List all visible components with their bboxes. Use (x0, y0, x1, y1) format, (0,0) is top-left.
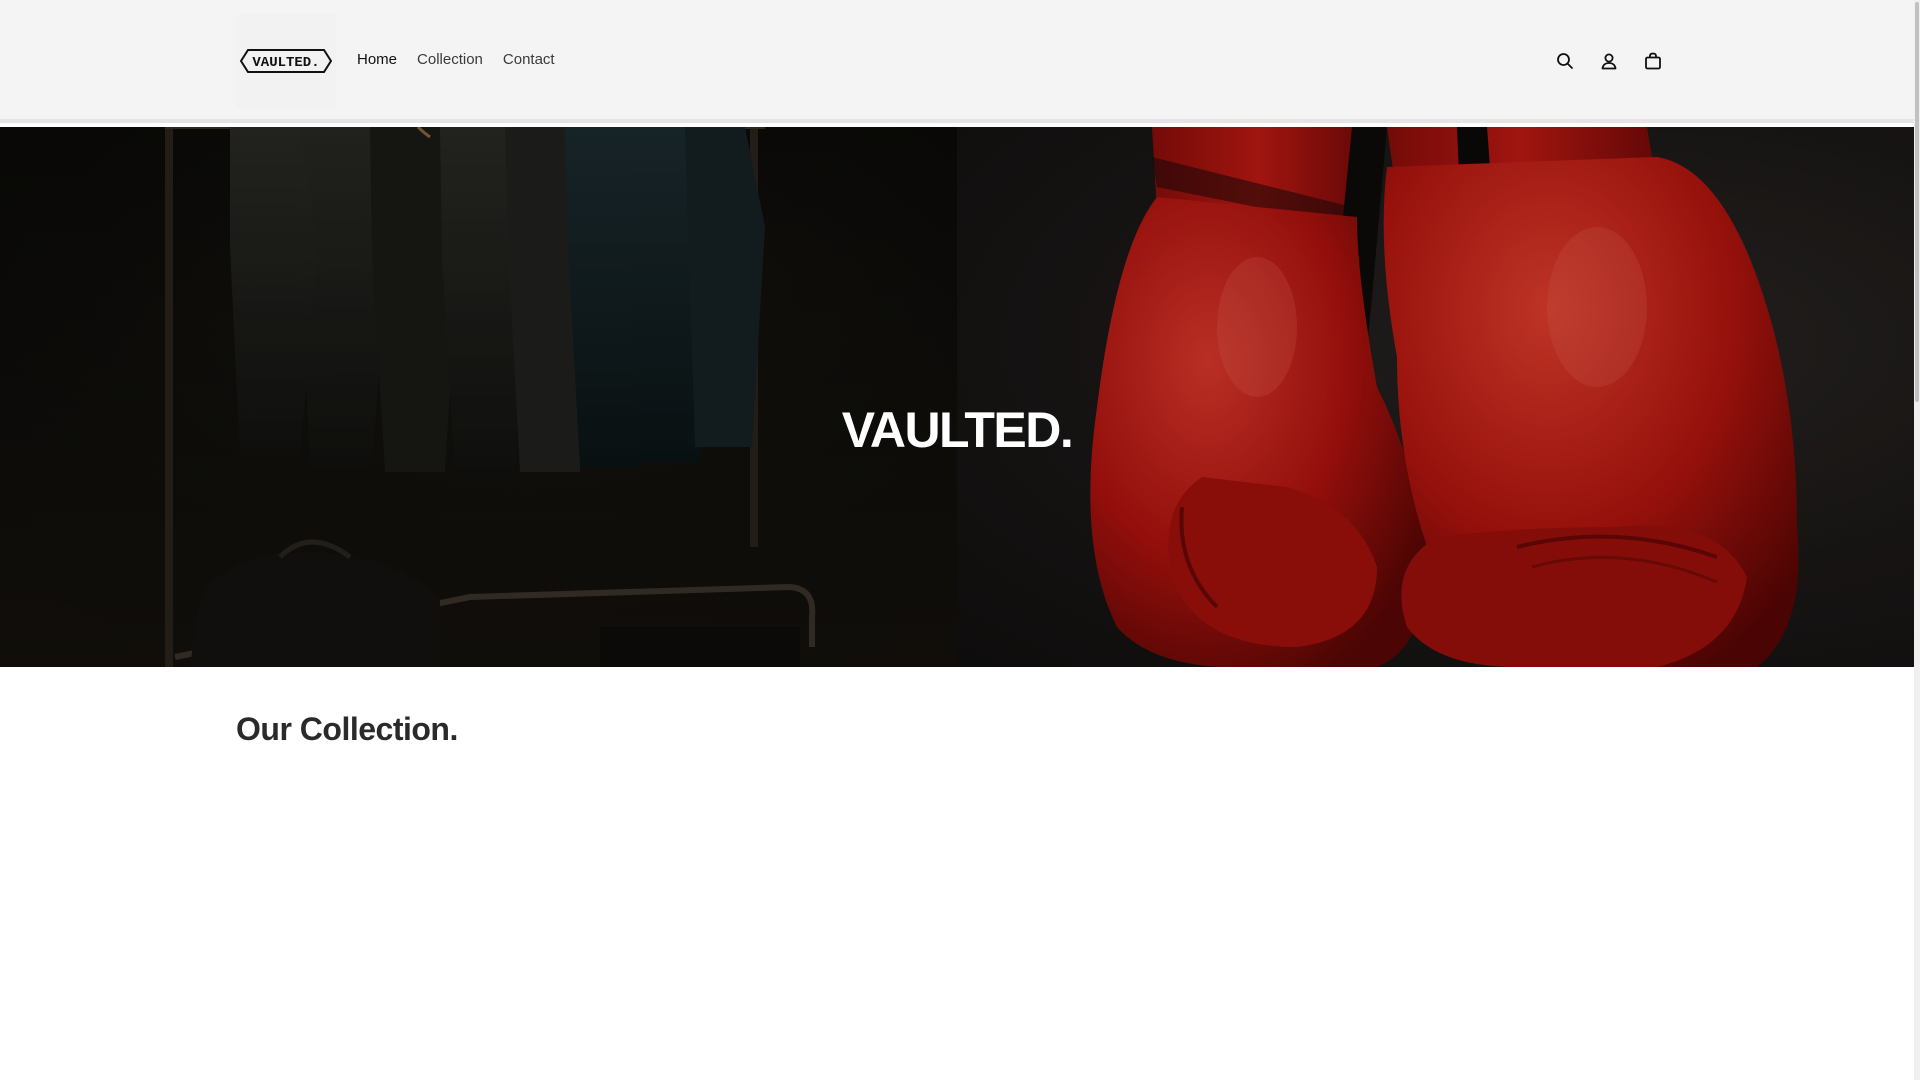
hero-title: VAULTED. (841, 401, 1074, 458)
nav-contact-link[interactable]: Contact (503, 51, 555, 68)
cart-icon[interactable] (1642, 50, 1664, 72)
account-icon[interactable] (1598, 50, 1620, 72)
scrollbar-thumb[interactable] (1915, 2, 1919, 402)
main-nav: Home Collection Contact (357, 51, 555, 68)
nav-collection-link[interactable]: Collection (417, 51, 483, 68)
nav-home-link[interactable]: Home (357, 51, 397, 68)
logo-badge-icon: VAULTED. (240, 49, 332, 73)
page-scrollbar[interactable] (1914, 0, 1920, 1080)
hero-banner: VAULTED. (0, 127, 1914, 667)
site-header: VAULTED. Home Collection Contact (0, 0, 1914, 123)
header-actions (1554, 50, 1664, 72)
logo[interactable]: VAULTED. (236, 14, 336, 108)
search-icon[interactable] (1554, 50, 1576, 72)
logo-text: VAULTED. (252, 55, 319, 71)
collection-heading: Our Collection. (236, 711, 458, 747)
hero-dim-overlay (0, 127, 1914, 667)
